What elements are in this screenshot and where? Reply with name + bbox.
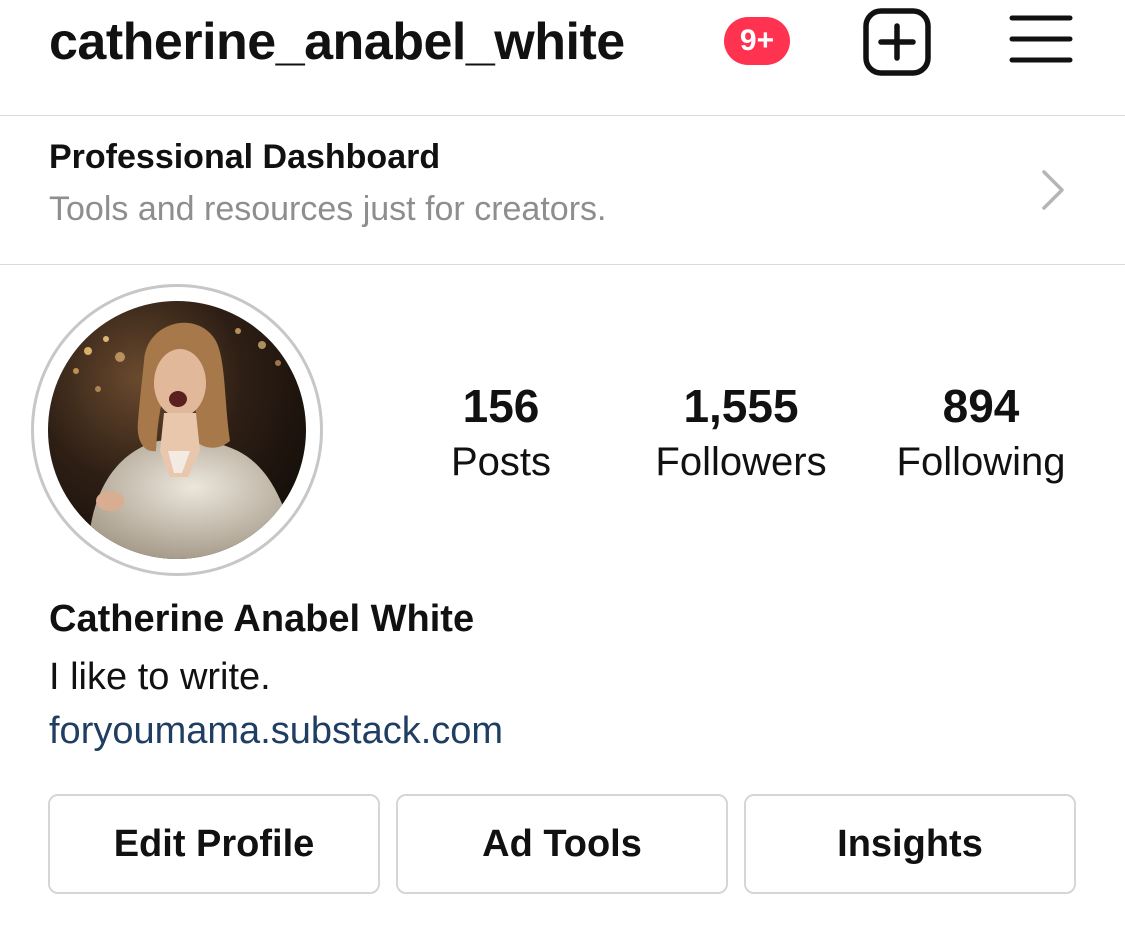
avatar[interactable] xyxy=(48,301,306,559)
following-count: 894 xyxy=(942,380,1020,432)
username-title[interactable]: catherine_anabel_white xyxy=(49,6,625,78)
ad-tools-button[interactable]: Ad Tools xyxy=(396,794,728,894)
dashboard-subtitle: Tools and resources just for creators. xyxy=(49,190,607,228)
profile-header: catherine_anabel_white 9+ xyxy=(0,0,1125,115)
followers-count: 1,555 xyxy=(683,380,799,432)
posts-stat[interactable]: 156 Posts xyxy=(391,378,611,490)
following-stat[interactable]: 894 Following xyxy=(871,378,1091,490)
posts-label: Posts xyxy=(450,440,552,484)
posts-count: 156 xyxy=(462,380,540,432)
dashboard-title: Professional Dashboard xyxy=(49,138,441,176)
website-link[interactable]: foryoumama.substack.com xyxy=(49,710,503,753)
profile-photo xyxy=(48,301,306,559)
dashboard-divider xyxy=(0,264,1125,265)
hamburger-menu-icon xyxy=(1009,15,1073,63)
followers-label: Followers xyxy=(655,440,827,484)
followers-stat[interactable]: 1,555 Followers xyxy=(631,378,851,490)
new-post-button[interactable] xyxy=(862,8,934,76)
following-label: Following xyxy=(896,440,1066,484)
plus-square-icon xyxy=(863,8,931,76)
notification-badge[interactable]: 9+ xyxy=(724,17,790,65)
insights-button[interactable]: Insights xyxy=(744,794,1076,894)
professional-dashboard-row[interactable]: Professional Dashboard Tools and resourc… xyxy=(0,116,1125,264)
profile-page: catherine_anabel_white 9+ Professional D… xyxy=(0,0,1125,943)
edit-profile-button[interactable]: Edit Profile xyxy=(48,794,380,894)
menu-button[interactable] xyxy=(1008,12,1074,68)
chevron-right-icon xyxy=(1042,170,1064,210)
bio-text: I like to write. xyxy=(49,656,271,698)
full-name: Catherine Anabel White xyxy=(49,598,475,640)
